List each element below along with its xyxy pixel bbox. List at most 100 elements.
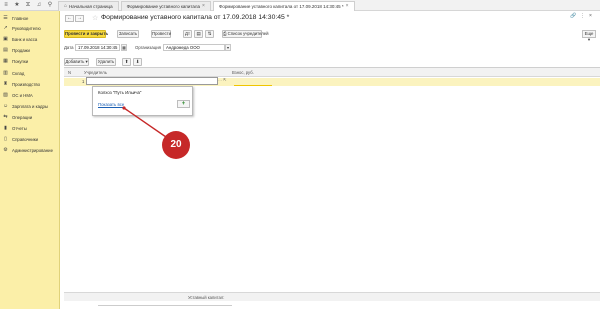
sidebar-item-manager[interactable]: ↗ Руководителю bbox=[3, 24, 41, 32]
tab-capital-doc-label: Формирование уставного капитала от 17.09… bbox=[218, 4, 344, 9]
add-label: Добавить bbox=[65, 59, 85, 64]
add-button[interactable]: Добавить ▾ bbox=[64, 58, 89, 66]
delete-button[interactable]: Удалить bbox=[96, 58, 116, 66]
table-header: N Учредитель Взнос, руб. bbox=[64, 68, 600, 77]
operations-icon: ⇆ bbox=[3, 113, 8, 120]
founders-list-button[interactable]: ⎙ Список учредителей bbox=[222, 30, 269, 38]
sidebar-item-label: Операции bbox=[12, 114, 33, 120]
tab-home[interactable]: ⌂ Начальная страница bbox=[58, 1, 119, 11]
sidebar-item-production[interactable]: ♜ Производство bbox=[3, 80, 40, 88]
top-bar: ≡ ★ ⧖ ♫ ⚲ ⌂ Начальная страница Формирова… bbox=[0, 0, 600, 11]
organization-field[interactable]: Андромеда ООО bbox=[163, 44, 225, 51]
sidebar-item-label: Отчеты bbox=[12, 125, 27, 131]
home-icon: ⌂ bbox=[64, 3, 68, 9]
home-icon: ☰ bbox=[3, 14, 8, 21]
sidebar-item-label: Зарплата и кадры bbox=[12, 103, 48, 109]
sidebar-item-assets[interactable]: ▧ ОС и НМА bbox=[3, 91, 33, 99]
sidebar-item-label: Справочники bbox=[12, 136, 39, 142]
related-docs-icon[interactable]: ⇅ bbox=[205, 30, 214, 38]
gear-icon: ⚙ bbox=[3, 146, 8, 153]
people-icon: ☺ bbox=[3, 102, 9, 109]
status-divider bbox=[98, 305, 232, 309]
sidebar-item-label: Склад bbox=[12, 70, 25, 76]
sidebar-item-sales[interactable]: ▤ Продажи bbox=[3, 46, 30, 54]
favorite-star-icon[interactable]: ☆ bbox=[92, 14, 98, 22]
sidebar-item-reports[interactable]: ▮ Отчеты bbox=[3, 124, 27, 132]
date-field[interactable]: 17.09.2018 14:30:45 bbox=[75, 44, 120, 51]
date-label: Дата bbox=[64, 45, 74, 50]
posting-icon[interactable]: Дт bbox=[183, 30, 192, 38]
dropdown-add-button[interactable]: + bbox=[177, 100, 190, 108]
close-icon[interactable]: × bbox=[202, 2, 205, 11]
show-all-link[interactable]: Показать все bbox=[98, 102, 124, 107]
sidebar-item-label: Продажи bbox=[12, 47, 30, 53]
factory-icon: ♜ bbox=[3, 80, 8, 87]
forward-button[interactable]: → bbox=[75, 15, 84, 22]
assets-icon: ▧ bbox=[3, 91, 8, 98]
sidebar-item-label: Производство bbox=[12, 81, 41, 87]
sidebar-item-warehouse[interactable]: ▥ Склад bbox=[3, 69, 24, 77]
table-footer: Уставный капитал: bbox=[64, 292, 600, 301]
star-icon[interactable]: ★ bbox=[14, 2, 20, 8]
reports-icon: ▮ bbox=[4, 124, 7, 131]
book-icon: ▯ bbox=[4, 135, 7, 142]
founder-input-buttons[interactable]: … ⇱ bbox=[218, 77, 226, 82]
sidebar-item-admin[interactable]: ⚙ Администрирование bbox=[3, 146, 53, 154]
sales-icon: ▤ bbox=[3, 46, 8, 53]
sidebar-item-label: Банк и касса bbox=[12, 36, 38, 42]
more-button[interactable]: Еще ▾ bbox=[582, 30, 596, 42]
sidebar-item-purchases[interactable]: ▦ Покупки bbox=[3, 57, 28, 65]
search-icon[interactable]: ⚲ bbox=[47, 2, 53, 8]
row-number: 1 bbox=[82, 79, 85, 84]
sidebar-item-label: Администрирование bbox=[12, 147, 53, 153]
sidebar-item-salary[interactable]: ☺ Зарплата и кадры bbox=[3, 102, 48, 110]
post-and-close-button[interactable]: Провести и закрыть bbox=[64, 30, 108, 38]
organization-label: Организация bbox=[135, 45, 161, 50]
back-button[interactable]: ← bbox=[65, 15, 74, 22]
dropdown-item-kolkhoz[interactable]: Колхоз "Путь Ильича" bbox=[98, 90, 141, 95]
founder-dropdown: Колхоз "Путь Ильича" Показать все + bbox=[92, 86, 193, 116]
warehouse-icon: ▥ bbox=[3, 69, 8, 76]
founder-input[interactable] bbox=[86, 77, 218, 85]
tab-capital-doc[interactable]: Формирование уставного капитала от 17.09… bbox=[212, 1, 355, 11]
charter-capital-label: Уставный капитал: bbox=[188, 295, 225, 300]
annotation-number-badge: 20 bbox=[162, 131, 190, 159]
post-button[interactable]: Провести bbox=[151, 30, 171, 38]
sidebar-item-label: Главное bbox=[12, 15, 29, 21]
move-down-icon[interactable]: ⬇ bbox=[133, 58, 142, 66]
menu-icon[interactable]: ≡ bbox=[3, 2, 9, 8]
column-header-contribution: Взнос, руб. bbox=[232, 70, 254, 75]
cart-icon: ▦ bbox=[3, 57, 8, 64]
save-button[interactable]: Записать bbox=[117, 30, 139, 38]
contribution-cell-highlight bbox=[234, 85, 272, 86]
arrow-right-icon: → bbox=[77, 15, 82, 21]
chart-icon: ↗ bbox=[3, 24, 8, 31]
dropdown-icon[interactable]: ▾ bbox=[225, 44, 231, 51]
column-header-n: N bbox=[68, 70, 72, 75]
bank-icon: ▣ bbox=[3, 35, 8, 42]
page-title: Формирование уставного капитала от 17.09… bbox=[101, 14, 290, 21]
bell-icon[interactable]: ♫ bbox=[36, 2, 42, 8]
sidebar-item-label: ОС и НМА bbox=[12, 92, 33, 98]
arrow-left-icon: ← bbox=[67, 15, 72, 21]
tab-home-label: Начальная страница bbox=[69, 4, 113, 9]
more-label: Еще bbox=[584, 31, 594, 36]
more-vert-icon[interactable]: ⋮ bbox=[580, 13, 585, 19]
link-icon[interactable]: 🔗 bbox=[570, 13, 576, 19]
calendar-icon[interactable]: ▦ bbox=[121, 44, 127, 51]
column-header-founder: Учредитель bbox=[84, 70, 107, 75]
founders-list-label: Список учредителей bbox=[227, 31, 269, 36]
sidebar-item-bank[interactable]: ▣ Банк и касса bbox=[3, 35, 37, 43]
sidebar-item-main[interactable]: ☰ Главное bbox=[3, 14, 28, 22]
close-icon[interactable]: × bbox=[346, 2, 349, 11]
sidebar-item-catalogs[interactable]: ▯ Справочники bbox=[3, 135, 38, 143]
history-icon[interactable]: ⧖ bbox=[25, 2, 31, 8]
close-icon[interactable]: × bbox=[589, 13, 592, 19]
report-icon[interactable]: ▤ bbox=[194, 30, 203, 38]
sidebar: ☰ Главное ↗ Руководителю ▣ Банк и касса ▤ Пр… bbox=[0, 11, 60, 309]
tab-capital-list-label: Формирование уставного капитала bbox=[126, 4, 201, 9]
sidebar-item-label: Руководителю bbox=[12, 25, 41, 31]
sidebar-item-operations[interactable]: ⇆ Операции bbox=[3, 113, 32, 121]
move-up-icon[interactable]: ⬆ bbox=[122, 58, 131, 66]
tab-capital-list[interactable]: Формирование уставного капитала × bbox=[120, 1, 211, 11]
